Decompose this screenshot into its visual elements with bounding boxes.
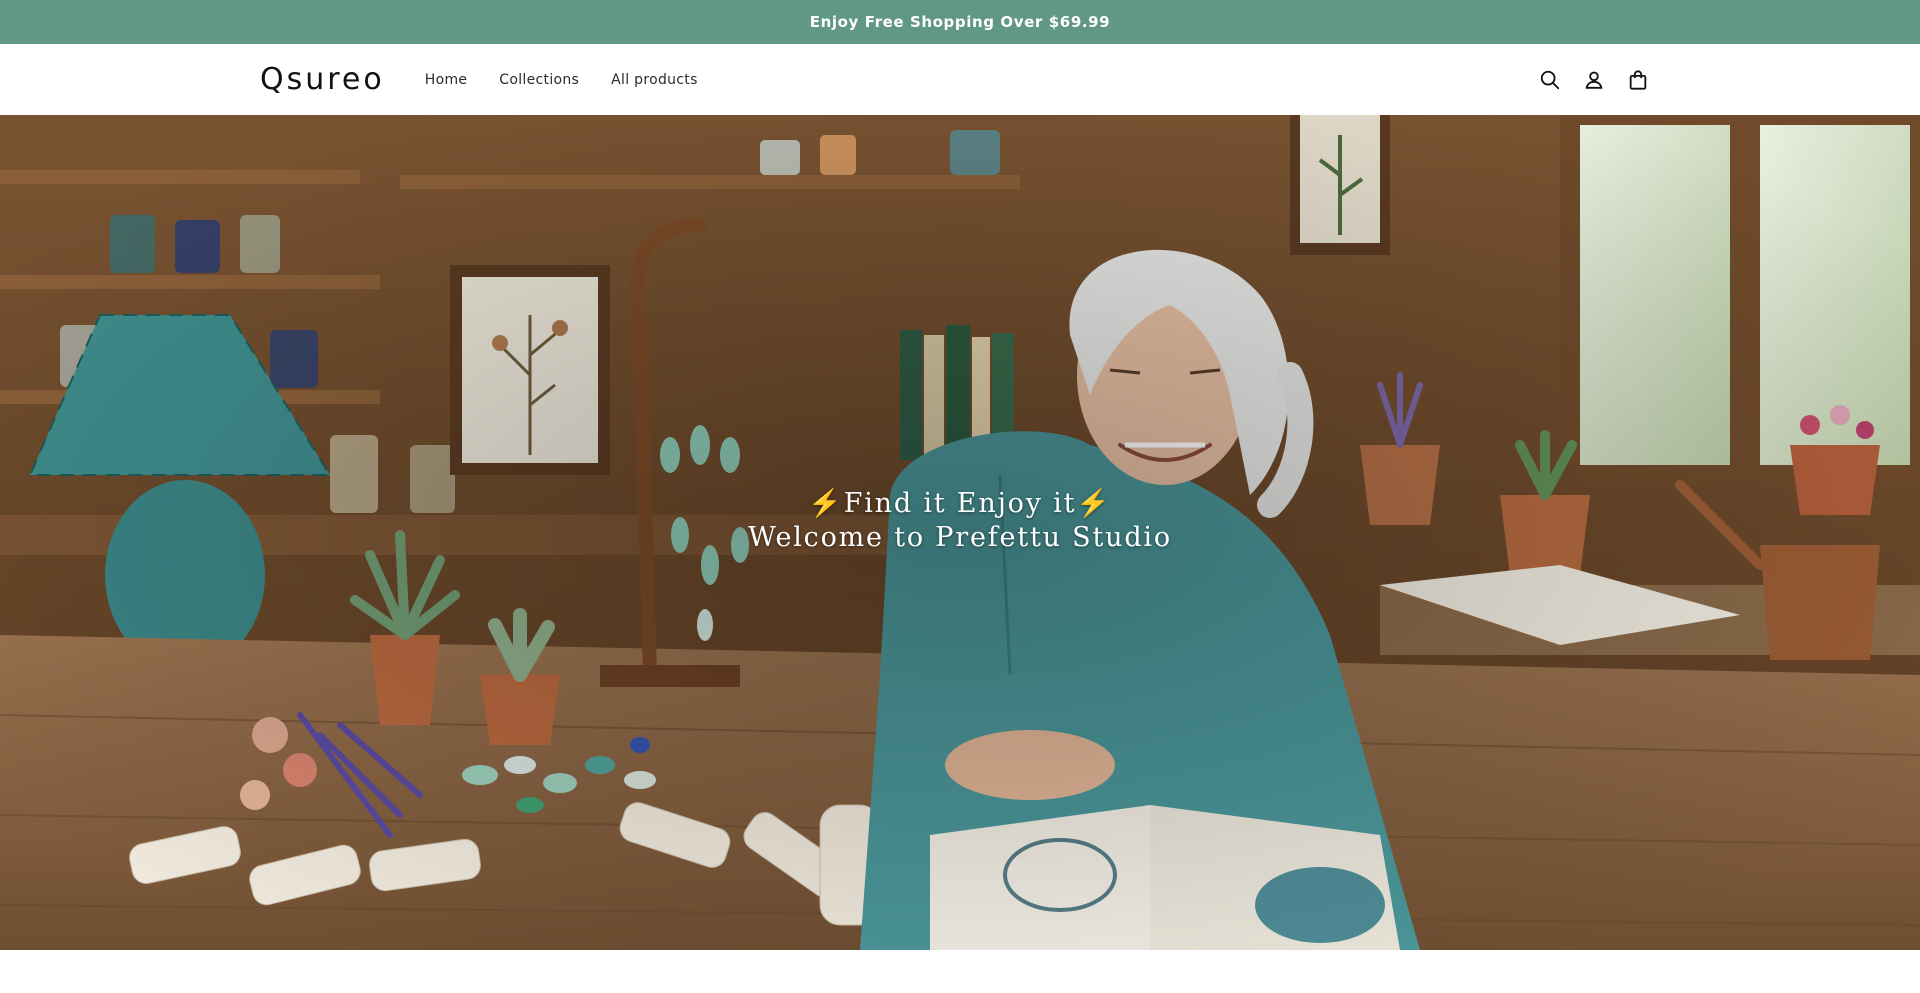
account-icon[interactable] <box>1582 68 1606 92</box>
hero-heading: ⚡Find it Enjoy it⚡ Welcome to Prefettu S… <box>0 487 1920 555</box>
hero-banner[interactable]: ⚡Find it Enjoy it⚡ Welcome to Prefettu S… <box>0 115 1920 950</box>
nav-all-products[interactable]: All products <box>595 72 714 88</box>
page-below-hero <box>0 950 1920 993</box>
nav-collections[interactable]: Collections <box>483 72 595 88</box>
search-icon[interactable] <box>1538 68 1562 92</box>
header-inner: Qsureo Home Collections All products <box>260 62 1650 97</box>
main-nav: Home Collections All products <box>423 72 714 88</box>
header-icons <box>1538 68 1650 92</box>
nav-home[interactable]: Home <box>423 72 484 88</box>
hero-line-1: ⚡Find it Enjoy it⚡ <box>808 488 1112 519</box>
announcement-bar: Enjoy Free Shopping Over $69.99 <box>0 0 1920 44</box>
site-logo[interactable]: Qsureo <box>260 62 385 97</box>
site-header: Qsureo Home Collections All products <box>0 44 1920 115</box>
cart-icon[interactable] <box>1626 68 1650 92</box>
announcement-text: Enjoy Free Shopping Over $69.99 <box>809 13 1111 31</box>
hero-line-2: Welcome to Prefettu Studio <box>748 522 1172 553</box>
